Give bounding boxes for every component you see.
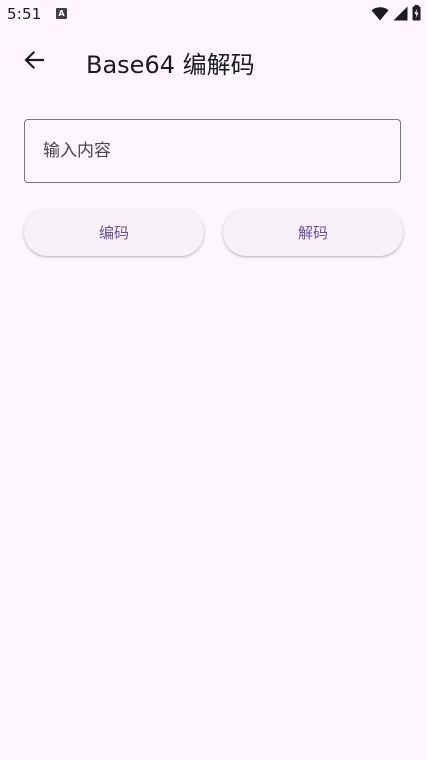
status-time: 5:51 — [7, 5, 42, 23]
wifi-icon — [371, 6, 389, 20]
signal-icon — [393, 6, 408, 20]
status-bar: 5:51 A — [0, 0, 427, 30]
top-app-bar: Base64 编解码 — [0, 30, 427, 94]
a-letter-icon: A — [56, 8, 67, 19]
battery-charging-icon — [412, 5, 421, 21]
content-input-field[interactable] — [24, 119, 401, 183]
decode-button[interactable]: 解码 — [223, 209, 403, 256]
encode-button[interactable]: 编码 — [24, 209, 204, 256]
status-icons — [371, 5, 421, 21]
content-input[interactable] — [25, 120, 400, 182]
page-title: Base64 编解码 — [86, 51, 255, 79]
arrow-back-icon — [24, 50, 45, 70]
back-button[interactable] — [12, 38, 56, 82]
